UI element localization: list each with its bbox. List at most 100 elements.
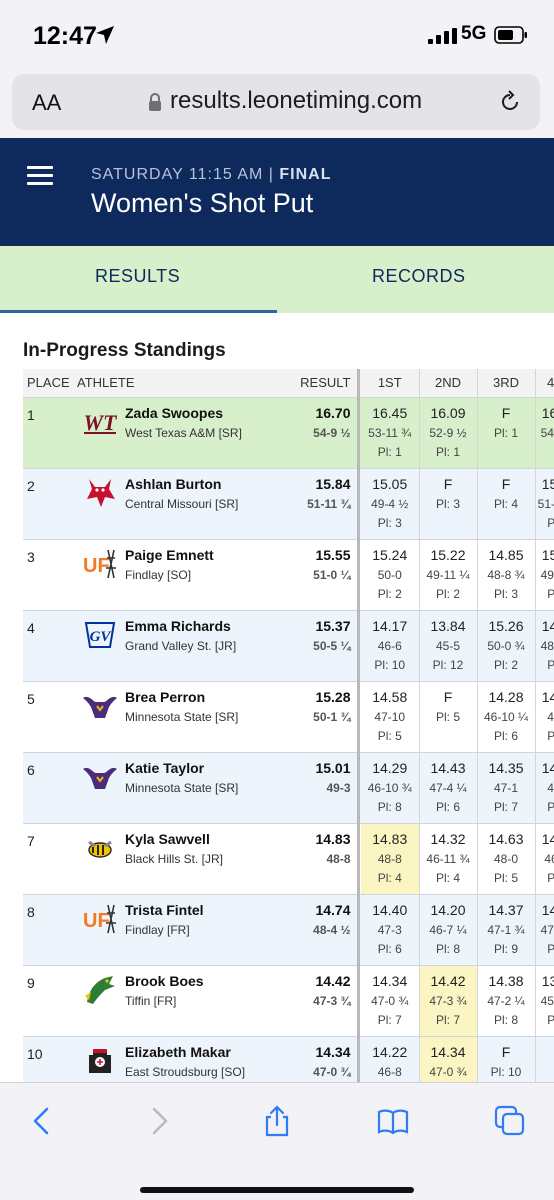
table-row[interactable]: 6 Katie Taylor Minnesota State [SR] 15.0… — [23, 752, 554, 823]
place-cell: 7 — [27, 832, 35, 849]
athlete-name[interactable]: Zada Swoopes — [125, 405, 278, 422]
best-mark: 14.34 — [315, 1043, 351, 1060]
attempt-place: Pl: 10 — [374, 657, 406, 672]
best-mark-imperial: 50-1 ¾ — [313, 709, 351, 724]
hamburger-menu-icon[interactable] — [27, 166, 53, 186]
athlete-name[interactable]: Brook Boes — [125, 973, 278, 990]
table-row[interactable]: 9 Brook Boes Tiffin [FR] 14.42 47-3 ¾ 14… — [23, 965, 554, 1036]
location-arrow-icon — [96, 26, 114, 44]
share-icon[interactable] — [261, 1105, 293, 1137]
attempt-imperial: 48-0 ½ — [540, 638, 554, 653]
attempt-cell-round-3: 14.38 47-2 ¼ Pl: 8 — [476, 965, 535, 1036]
tiffin-logo — [81, 972, 119, 1008]
table-row[interactable]: 5 Brea Perron Minnesota State [SR] 15.28… — [23, 681, 554, 752]
east-stroudsburg-logo — [81, 1043, 119, 1079]
attempt-cell-round-4: 14.64 48-0 ½ Pl: 4 — [534, 610, 554, 681]
attempt-imperial: 49-4 ½ — [371, 496, 409, 511]
attempt-mark: 13.84 — [430, 617, 466, 634]
athlete-name[interactable]: Brea Perron — [125, 689, 278, 706]
reload-icon[interactable] — [498, 90, 522, 114]
attempt-imperial: 50-0 — [377, 567, 402, 582]
event-meta: SATURDAY 11:15 AM | FINAL — [91, 166, 332, 184]
athlete-name[interactable]: Elizabeth Makar — [125, 1044, 278, 1061]
standings-table-container[interactable]: PLACE ATHLETE RESULT 1ST 2ND 3RD 4TH 1 WT… — [23, 369, 554, 1082]
table-row[interactable]: 10 Elizabeth Makar East Stroudsburg [SO]… — [23, 1036, 554, 1082]
athlete-name[interactable]: Kyla Sawvell — [125, 831, 278, 848]
athlete-name[interactable]: Ashlan Burton — [125, 476, 278, 493]
attempt-mark: 15.22 — [430, 546, 466, 563]
col-header-round-2[interactable]: 2ND — [418, 369, 477, 398]
back-icon[interactable] — [26, 1105, 58, 1137]
svg-text:UF: UF — [83, 555, 110, 577]
attempt-mark: 15.26 — [488, 617, 524, 634]
best-mark-imperial: 47-3 ¾ — [313, 993, 351, 1008]
attempt-cell-round-2: F Pl: 3 — [418, 468, 477, 539]
best-mark: 15.84 — [315, 475, 351, 492]
attempt-mark: 14.64 — [541, 617, 554, 634]
tab-results[interactable]: RESULTS — [95, 266, 180, 287]
findlay-logo: UF — [81, 546, 119, 582]
attempt-imperial: 47-1 ¾ — [487, 922, 525, 937]
section-title: In-Progress Standings — [23, 340, 226, 361]
col-header-round-4[interactable]: 4TH — [534, 369, 554, 398]
attempt-imperial: 46-11 ¾ — [426, 851, 470, 866]
attempt-imperial: 49-6 ½ — [540, 567, 554, 582]
attempt-mark: F — [501, 1043, 511, 1060]
bookmarks-icon[interactable] — [377, 1105, 409, 1137]
attempt-mark: 14.42 — [430, 972, 466, 989]
attempt-mark: 14.37 — [488, 901, 524, 918]
attempt-cell-round-4: 14.48 47-6 Pl: 6 — [534, 681, 554, 752]
athlete-school: Grand Valley St. [JR] — [125, 638, 237, 653]
athlete-school: Findlay [FR] — [125, 922, 190, 937]
table-row[interactable]: 1 WT Zada Swoopes West Texas A&M [SR] 16.… — [23, 397, 554, 468]
attempt-cell-round-3: F Pl: 10 — [476, 1036, 535, 1082]
attempt-place: Pl: 3 — [377, 515, 402, 530]
attempt-place: Pl: 6 — [377, 941, 402, 956]
col-header-round-3[interactable]: 3RD — [476, 369, 535, 398]
attempt-imperial: 50-0 ¾ — [487, 638, 525, 653]
athlete-school: Central Missouri [SR] — [125, 496, 239, 511]
athlete-school: West Texas A&M [SR] — [125, 425, 242, 440]
col-header-place[interactable]: PLACE — [23, 369, 73, 398]
forward-icon[interactable] — [143, 1105, 175, 1137]
table-row[interactable]: 2 Ashlan Burton Central Missouri [SR] 15… — [23, 468, 554, 539]
athlete-name[interactable]: Paige Emnett — [125, 547, 278, 564]
table-row[interactable]: 4 GV Emma Richards Grand Valley St. [JR] … — [23, 610, 554, 681]
athlete-name[interactable]: Emma Richards — [125, 618, 278, 635]
attempt-mark: 14.17 — [372, 617, 408, 634]
attempt-imperial: 46-10 ¼ — [483, 709, 529, 724]
attempt-place: Pl: 2 — [493, 657, 518, 672]
athlete-name[interactable]: Katie Taylor — [125, 760, 278, 777]
url-text[interactable]: results.leonetiming.com — [170, 87, 422, 115]
lock-icon — [149, 93, 161, 111]
place-cell: 1 — [27, 406, 35, 423]
attempt-imperial: 45-3 ¼ — [540, 993, 554, 1008]
table-row[interactable]: 3 UF Paige Emnett Findlay [SO] 15.55 51-0… — [23, 539, 554, 610]
attempt-cell-round-1: 14.58 47-10 Pl: 5 — [361, 681, 419, 752]
place-cell: 4 — [27, 619, 35, 636]
attempt-mark: F — [443, 475, 453, 492]
attempt-cell-round-4 — [534, 1036, 554, 1082]
attempt-mark: 14.35 — [488, 759, 524, 776]
best-mark: 14.83 — [315, 830, 351, 847]
col-header-result[interactable]: RESULT — [278, 369, 358, 398]
attempt-cell-round-3: 15.26 50-0 ¾ Pl: 2 — [476, 610, 535, 681]
address-bar[interactable]: AA results.leonetiming.com — [12, 74, 540, 130]
table-row[interactable]: 8 UF Trista Fintel Findlay [FR] 14.74 48-… — [23, 894, 554, 965]
col-header-athlete[interactable]: ATHLETE — [73, 369, 278, 398]
text-size-button[interactable]: AA — [32, 90, 61, 116]
athlete-name[interactable]: Trista Fintel — [125, 902, 278, 919]
attempt-place: Pl: 4 — [377, 870, 402, 885]
best-mark-imperial: 48-8 — [326, 851, 351, 866]
tab-records[interactable]: RECORDS — [372, 266, 466, 287]
attempt-mark: 16.45 — [372, 404, 408, 421]
attempt-imperial: 53-11 ¾ — [368, 425, 412, 440]
attempt-place: Pl: 8 — [493, 1012, 518, 1027]
attempt-cell-round-1: 16.45 53-11 ¾ Pl: 1 — [361, 397, 419, 468]
attempt-cell-round-4: 14.30 46-11 Pl: 7 — [534, 823, 554, 894]
attempt-place: Pl: 3 — [547, 586, 554, 601]
attempt-place: Pl: 2 — [547, 515, 554, 530]
tabs-icon[interactable] — [494, 1105, 526, 1137]
table-row[interactable]: 7 Kyla Sawvell Black Hills St. [JR] 14.8… — [23, 823, 554, 894]
col-header-round-1[interactable]: 1ST — [361, 369, 419, 398]
